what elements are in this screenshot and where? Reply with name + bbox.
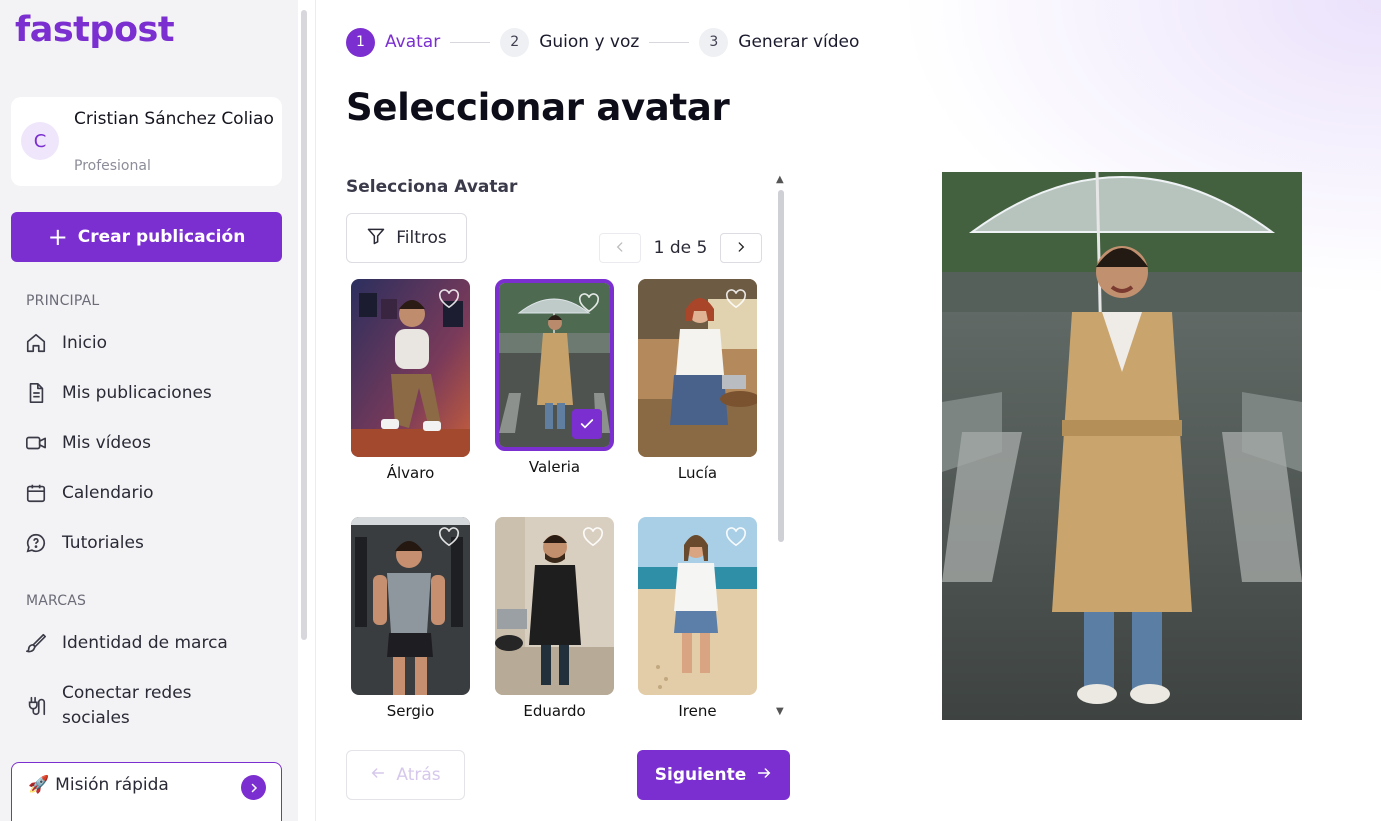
filters-button[interactable]: Filtros <box>346 213 467 263</box>
avatar-photo <box>638 517 757 695</box>
plug-icon <box>24 694 48 718</box>
favorite-heart-icon[interactable] <box>438 289 460 313</box>
sidebar-item-label: Inicio <box>62 333 107 353</box>
step-generar-video[interactable]: 3 Generar vídeo <box>699 27 860 57</box>
avatar-card-alvaro[interactable]: Álvaro <box>351 279 470 482</box>
stepper: 1 Avatar 2 Guion y voz 3 Generar vídeo <box>346 27 859 57</box>
step-connector <box>649 41 690 43</box>
avatar-photo <box>638 279 757 457</box>
checkmark-icon <box>572 409 602 439</box>
sidebar-item-conectar-redes[interactable]: Conectar redes sociales <box>24 680 284 732</box>
step-label: Avatar <box>385 32 441 52</box>
chevron-right-icon <box>734 239 748 258</box>
avatar-photo <box>495 279 614 451</box>
document-icon <box>24 381 48 405</box>
step-label: Generar vídeo <box>738 32 860 52</box>
scroll-up-arrow[interactable]: ▲ <box>776 174 784 185</box>
step-number: 3 <box>699 27 729 57</box>
filter-icon <box>366 226 386 251</box>
avatar-grid-scrollbar[interactable] <box>778 190 784 542</box>
rocket-icon: 🚀 <box>28 775 50 795</box>
step-avatar[interactable]: 1 Avatar <box>346 27 441 57</box>
quick-mission-label: Misión rápida <box>55 775 169 795</box>
chevron-right-icon[interactable] <box>241 775 266 800</box>
chevron-left-icon <box>613 239 627 258</box>
section-label-principal: PRINCIPAL <box>26 293 100 309</box>
avatar-photo <box>351 279 470 457</box>
sidebar-item-label: Mis vídeos <box>62 433 151 453</box>
avatar-name: Valeria <box>528 458 581 476</box>
back-button[interactable]: Atrás <box>346 750 465 800</box>
sidebar-item-label: Tutoriales <box>62 533 144 553</box>
sidebar-item-calendario[interactable]: Calendario <box>24 475 284 511</box>
page-indicator: 1 de 5 <box>653 238 708 258</box>
quick-mission-card[interactable]: 🚀 Misión rápida <box>11 762 282 821</box>
avatar-card-sergio[interactable]: Sergio <box>351 517 470 720</box>
avatar-card-irene[interactable]: Irene <box>638 517 757 720</box>
avatar-card-lucia[interactable]: Lucía <box>638 279 757 482</box>
arrow-left-icon <box>370 765 386 786</box>
avatar-photo <box>495 517 614 695</box>
sidebar-item-tutoriales[interactable]: Tutoriales <box>24 525 284 561</box>
avatar-pager: 1 de 5 <box>599 233 762 263</box>
help-chat-icon <box>24 531 48 555</box>
avatar-name: Álvaro <box>386 464 435 482</box>
step-guion-y-voz[interactable]: 2 Guion y voz <box>500 27 640 57</box>
next-label: Siguiente <box>654 765 747 785</box>
avatar-panel-title: Selecciona Avatar <box>346 177 518 197</box>
section-label-marcas: MARCAS <box>26 593 87 609</box>
video-camera-icon <box>24 431 48 455</box>
favorite-heart-icon[interactable] <box>438 527 460 551</box>
favorite-heart-icon[interactable] <box>578 293 600 317</box>
avatar-name: Sergio <box>386 702 435 720</box>
home-icon <box>24 331 48 355</box>
step-label: Guion y voz <box>539 32 640 52</box>
avatar-preview-image <box>942 172 1302 720</box>
plus-icon: + <box>47 223 68 251</box>
avatar-name: Irene <box>678 702 717 720</box>
create-post-label: Crear publicación <box>77 227 246 247</box>
page-title: Seleccionar avatar <box>346 86 730 129</box>
app-logo[interactable]: fastpost <box>15 10 175 50</box>
avatar-photo <box>351 517 470 695</box>
sidebar-scrollbar[interactable] <box>301 10 307 640</box>
sidebar-item-label: Identidad de marca <box>62 633 228 653</box>
avatar-name: Lucía <box>677 464 718 482</box>
filters-label: Filtros <box>396 228 447 248</box>
sidebar-item-mis-publicaciones[interactable]: Mis publicaciones <box>24 375 284 411</box>
user-avatar: C <box>21 122 59 160</box>
step-number: 1 <box>346 27 375 57</box>
sidebar-item-inicio[interactable]: Inicio <box>24 325 284 361</box>
user-card[interactable]: C Cristian Sánchez Coliao Profesional <box>11 97 282 186</box>
favorite-heart-icon[interactable] <box>582 527 604 551</box>
brush-icon <box>24 631 48 655</box>
sidebar-item-label: Mis publicaciones <box>62 383 212 403</box>
scroll-down-arrow[interactable]: ▼ <box>776 706 784 717</box>
calendar-icon <box>24 481 48 505</box>
back-label: Atrás <box>396 765 441 785</box>
step-number: 2 <box>500 27 530 57</box>
avatar-name: Eduardo <box>523 702 586 720</box>
sidebar: fastpost C Cristian Sánchez Coliao Profe… <box>0 0 298 821</box>
next-button[interactable]: Siguiente <box>637 750 790 800</box>
sidebar-item-identidad-de-marca[interactable]: Identidad de marca <box>24 625 284 661</box>
arrow-right-icon <box>756 765 772 786</box>
favorite-heart-icon[interactable] <box>725 289 747 313</box>
sidebar-item-mis-videos[interactable]: Mis vídeos <box>24 425 284 461</box>
sidebar-divider <box>315 0 316 821</box>
avatar-card-valeria[interactable]: Valeria <box>495 279 614 476</box>
next-page-button[interactable] <box>720 233 762 263</box>
user-plan: Profesional <box>74 158 151 174</box>
create-post-button[interactable]: + Crear publicación <box>11 212 282 262</box>
favorite-heart-icon[interactable] <box>725 527 747 551</box>
quick-mission-title: 🚀 Misión rápida <box>28 775 169 795</box>
sidebar-item-label: Calendario <box>62 483 154 503</box>
step-connector <box>450 41 491 43</box>
user-name: Cristian Sánchez Coliao <box>74 109 274 129</box>
avatar-card-eduardo[interactable]: Eduardo <box>495 517 614 720</box>
previous-page-button[interactable] <box>599 233 641 263</box>
sidebar-item-label: Conectar redes sociales <box>62 683 192 728</box>
